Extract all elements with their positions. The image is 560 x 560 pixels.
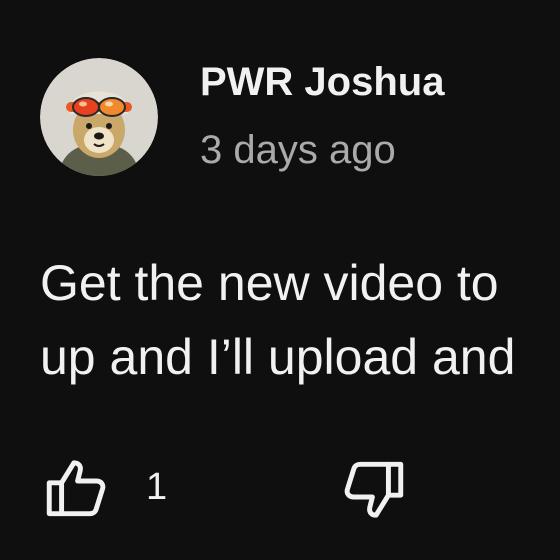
comment-timestamp[interactable]: 3 days ago <box>200 128 396 173</box>
like-button[interactable] <box>40 452 114 526</box>
dog-avatar-icon <box>40 58 158 176</box>
comment-card: PWR Joshua 3 days ago Get the new video … <box>0 0 560 560</box>
comment-text-line: up and I’ll upload and <box>40 329 516 385</box>
comment-text-line: Get the new video to <box>40 255 499 311</box>
comment-text: Get the new video to up and I’ll upload … <box>40 246 560 394</box>
comment-author[interactable]: PWR Joshua <box>200 60 444 105</box>
thumbs-up-icon <box>46 460 106 517</box>
thumbs-down-icon <box>344 461 404 518</box>
dislike-button[interactable] <box>336 452 410 526</box>
avatar[interactable] <box>40 58 158 176</box>
like-count: 1 <box>146 466 168 508</box>
